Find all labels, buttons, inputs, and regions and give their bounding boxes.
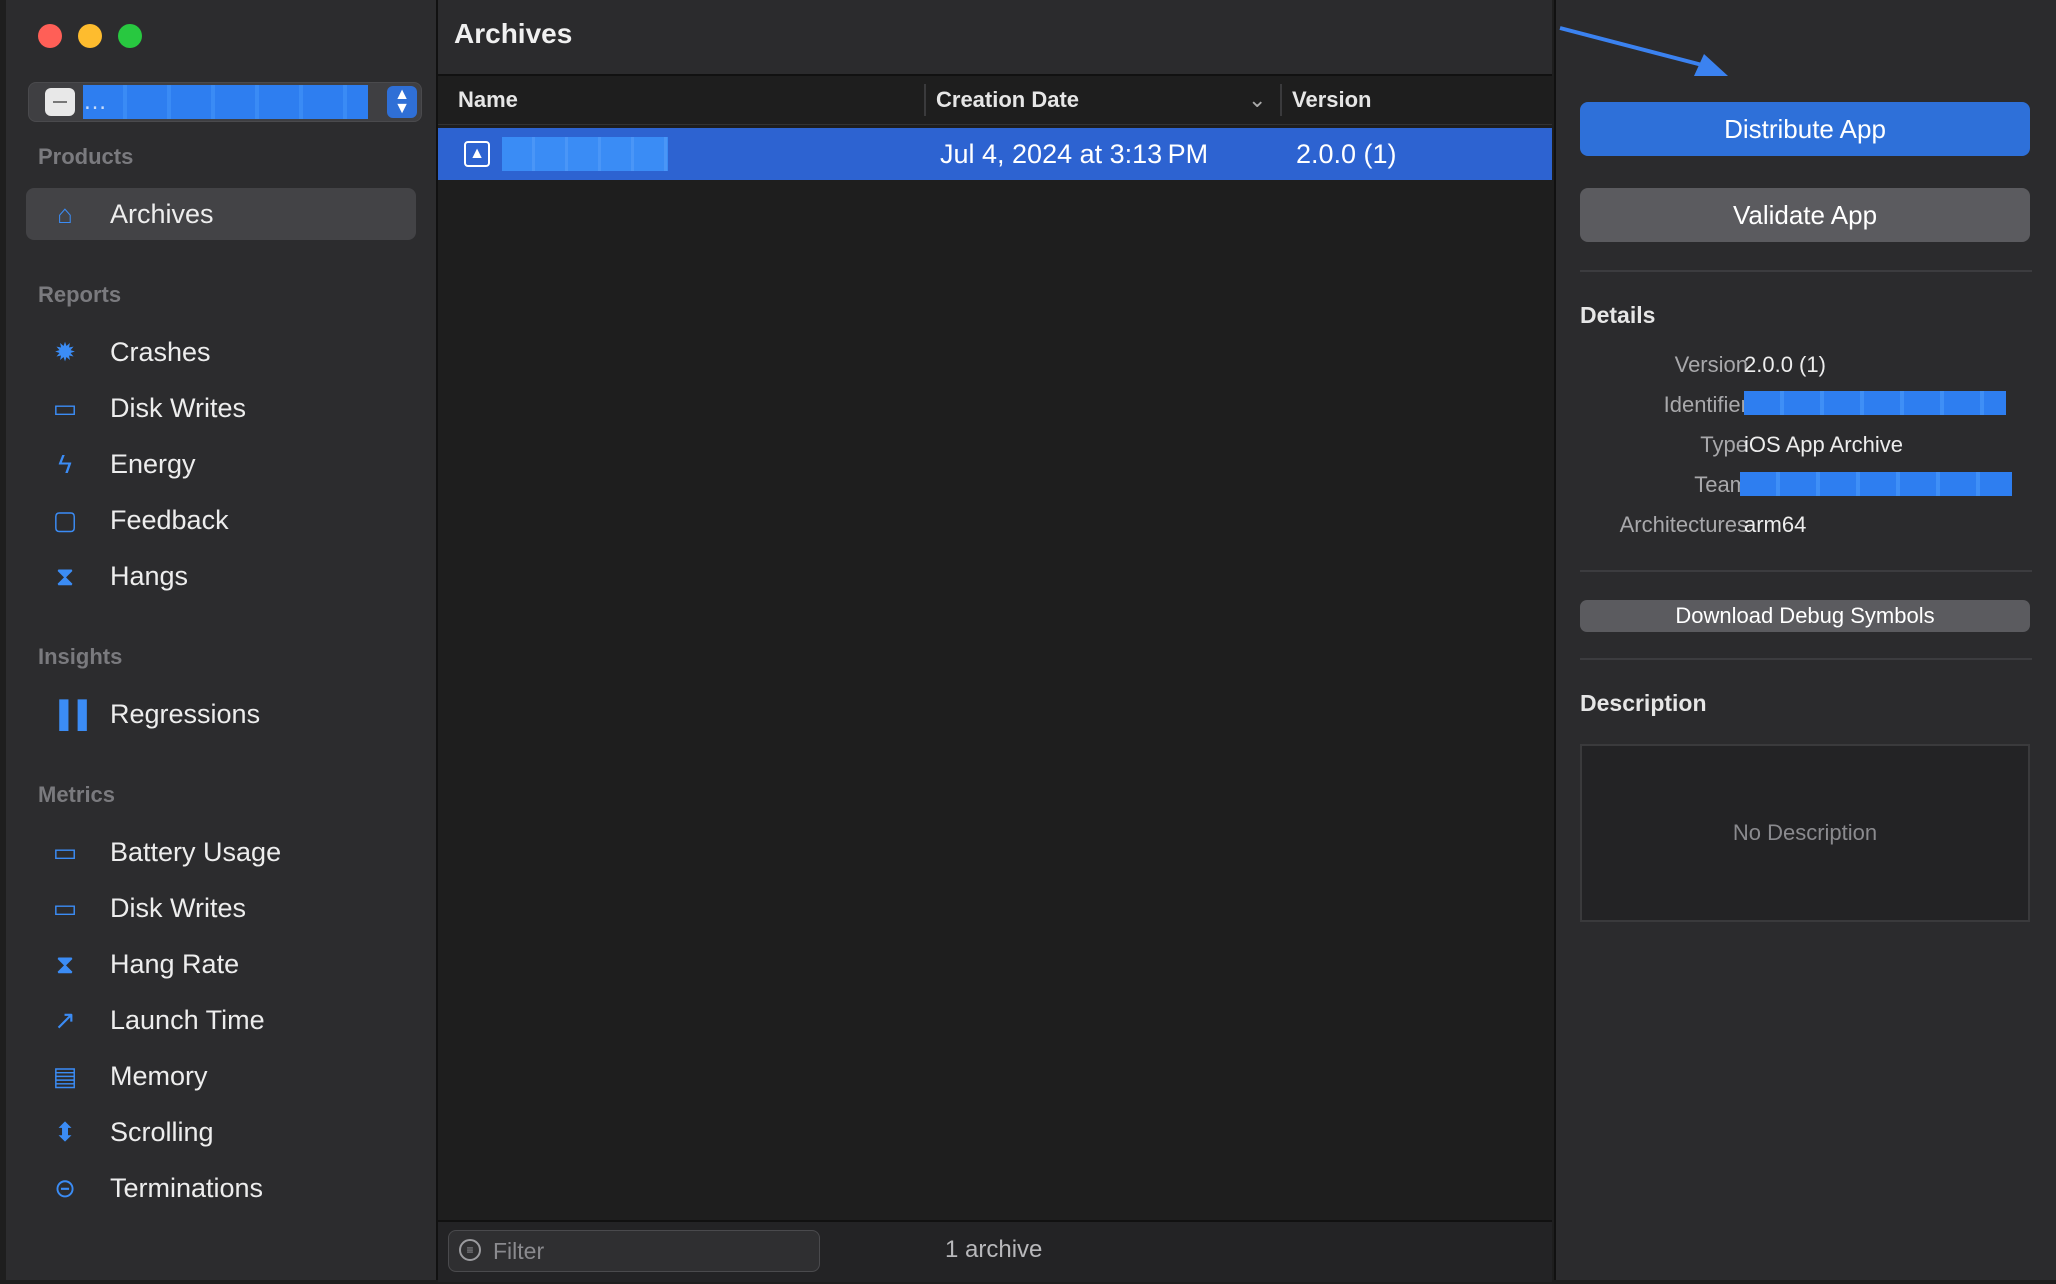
sidebar-item-label: Launch Time — [110, 1005, 265, 1035]
speech-bubble-icon: ▢ — [52, 505, 78, 535]
detail-label-identifier: Identifier — [1663, 392, 1748, 417]
app-icon — [45, 88, 75, 116]
hourglass-icon: ⧗ — [55, 949, 75, 979]
app-archive-icon: ▲ — [464, 141, 490, 167]
column-header-creation-date[interactable]: Creation Date — [936, 76, 1079, 124]
sidebar-item-label: Archives — [110, 199, 214, 229]
divider — [1580, 658, 2032, 660]
xcode-organizer-window: … ▲ ▼ Products ⌂ Archives Reports ✹ Crash… — [0, 0, 2056, 1284]
divider — [1580, 270, 2032, 272]
lightning-icon: ϟ — [58, 449, 72, 479]
sidebar-item-label: Hangs — [110, 561, 189, 591]
archive-name — [502, 137, 668, 171]
archives-list-pane: Archives Name Creation Date ⌄ Version ▲ … — [438, 0, 1552, 1282]
memory-chip-icon: ▤ — [52, 1061, 78, 1091]
description-field[interactable]: No Description — [1580, 744, 2030, 922]
divider — [1580, 570, 2032, 572]
detail-value-team — [1740, 472, 2012, 496]
sidebar-item-label: Memory — [110, 1061, 208, 1091]
archive-creation-date: Jul 4, 2024 at 3:13 PM — [940, 139, 1209, 169]
distribute-app-button[interactable]: Distribute App — [1580, 102, 2030, 156]
column-divider[interactable] — [924, 84, 926, 116]
chevron-down-icon[interactable]: ⌄ — [1248, 76, 1266, 124]
section-title-insights: Insights — [38, 644, 123, 669]
column-header-version[interactable]: Version — [1292, 76, 1371, 124]
sidebar-item-label: Crashes — [110, 337, 211, 367]
section-title-products: Products — [38, 144, 134, 169]
sidebar-item-terminations[interactable]: ⊝ Terminations — [26, 1162, 416, 1214]
sidebar-item-battery-usage[interactable]: ▭ Battery Usage — [26, 826, 416, 878]
archive-icon: ⌂ — [57, 199, 73, 229]
disk-icon: ▭ — [52, 893, 78, 923]
battery-icon: ▭ — [52, 837, 78, 867]
bar-chart-icon: ▐▐ — [50, 699, 87, 729]
app-selector-popup[interactable]: … ▲ ▼ — [28, 82, 422, 122]
sidebar-item-energy[interactable]: ϟ Energy — [26, 438, 416, 490]
sidebar-item-label: Disk Writes — [110, 893, 247, 923]
section-title-reports: Reports — [38, 282, 122, 307]
sidebar-item-regressions[interactable]: ▐▐ Regressions — [26, 688, 416, 740]
crash-burst-icon: ✹ — [54, 337, 76, 367]
filter-icon: ≡ — [459, 1239, 481, 1261]
content-header: Archives — [438, 0, 1552, 76]
sidebar: … ▲ ▼ Products ⌂ Archives Reports ✹ Crash… — [6, 0, 438, 1280]
sidebar-item-hang-rate[interactable]: ⧗ Hang Rate — [26, 938, 416, 990]
sidebar-item-archives[interactable]: ⌂ Archives — [26, 188, 416, 240]
sidebar-item-memory[interactable]: ▤ Memory — [26, 1050, 416, 1102]
details-title: Details — [1580, 302, 1656, 328]
sidebar-item-label: Disk Writes — [110, 393, 247, 423]
disk-icon: ▭ — [52, 393, 78, 423]
detail-label-type: Type — [1700, 432, 1748, 457]
hourglass-icon: ⧗ — [55, 561, 75, 591]
sidebar-item-label: Hang Rate — [110, 949, 240, 979]
table-row[interactable]: ▲ Jul 4, 2024 at 3:13 PM 2.0.0 (1) — [438, 128, 1552, 180]
archive-count: 1 archive — [945, 1236, 1043, 1263]
page-title: Archives — [454, 18, 573, 49]
column-header-name[interactable]: Name — [458, 76, 518, 124]
scrolling-icon: ⬍ — [54, 1117, 76, 1147]
filter-field[interactable]: ≡ Filter — [448, 1230, 820, 1272]
minimize-window-button[interactable] — [78, 24, 102, 48]
chevron-up-down-icon: ▲ ▼ — [387, 86, 417, 118]
sidebar-item-label: Feedback — [110, 505, 229, 535]
table-header: Name Creation Date ⌄ Version — [438, 76, 1552, 125]
detail-value-type: iOS App Archive — [1744, 432, 1903, 457]
description-placeholder: No Description — [1732, 820, 1878, 845]
list-footer: ≡ Filter 1 archive — [438, 1220, 1552, 1282]
detail-value-identifier — [1744, 391, 2006, 415]
sidebar-item-disk-writes-metric[interactable]: ▭ Disk Writes — [26, 882, 416, 934]
detail-label-architectures: Architectures — [1619, 512, 1748, 537]
sidebar-item-feedback[interactable]: ▢ Feedback — [26, 494, 416, 546]
close-window-button[interactable] — [38, 24, 62, 48]
archive-version: 2.0.0 (1) — [1296, 139, 1397, 169]
sidebar-item-launch-time[interactable]: ↗ Launch Time — [26, 994, 416, 1046]
zoom-window-button[interactable] — [118, 24, 142, 48]
detail-value-architectures: arm64 — [1744, 512, 1807, 537]
download-debug-symbols-button[interactable]: Download Debug Symbols — [1580, 600, 2030, 632]
app-selector-label: … — [83, 85, 368, 119]
detail-label-version: Version — [1674, 352, 1748, 377]
description-title: Description — [1580, 690, 1707, 716]
sidebar-item-label: Scrolling — [110, 1117, 214, 1147]
sidebar-item-label: Regressions — [110, 699, 261, 729]
filter-placeholder: Filter — [493, 1238, 545, 1264]
inspector-pane: Distribute App Validate App Details Vers… — [1554, 0, 2056, 1280]
validate-app-button[interactable]: Validate App — [1580, 188, 2030, 242]
sidebar-item-disk-writes[interactable]: ▭ Disk Writes — [26, 382, 416, 434]
sidebar-item-label: Battery Usage — [110, 837, 282, 867]
rocket-icon: ↗ — [54, 1005, 76, 1035]
section-title-metrics: Metrics — [38, 782, 116, 807]
sidebar-item-scrolling[interactable]: ⬍ Scrolling — [26, 1106, 416, 1158]
sidebar-item-label: Energy — [110, 449, 196, 479]
sidebar-item-crashes[interactable]: ✹ Crashes — [26, 326, 416, 378]
annotation-arrow — [1559, 26, 1728, 76]
column-divider[interactable] — [1280, 84, 1282, 116]
sidebar-item-hangs[interactable]: ⧗ Hangs — [26, 550, 416, 602]
sidebar-item-label: Terminations — [110, 1173, 264, 1203]
minus-circle-icon: ⊝ — [54, 1173, 76, 1203]
detail-value-version: 2.0.0 (1) — [1744, 352, 1826, 377]
